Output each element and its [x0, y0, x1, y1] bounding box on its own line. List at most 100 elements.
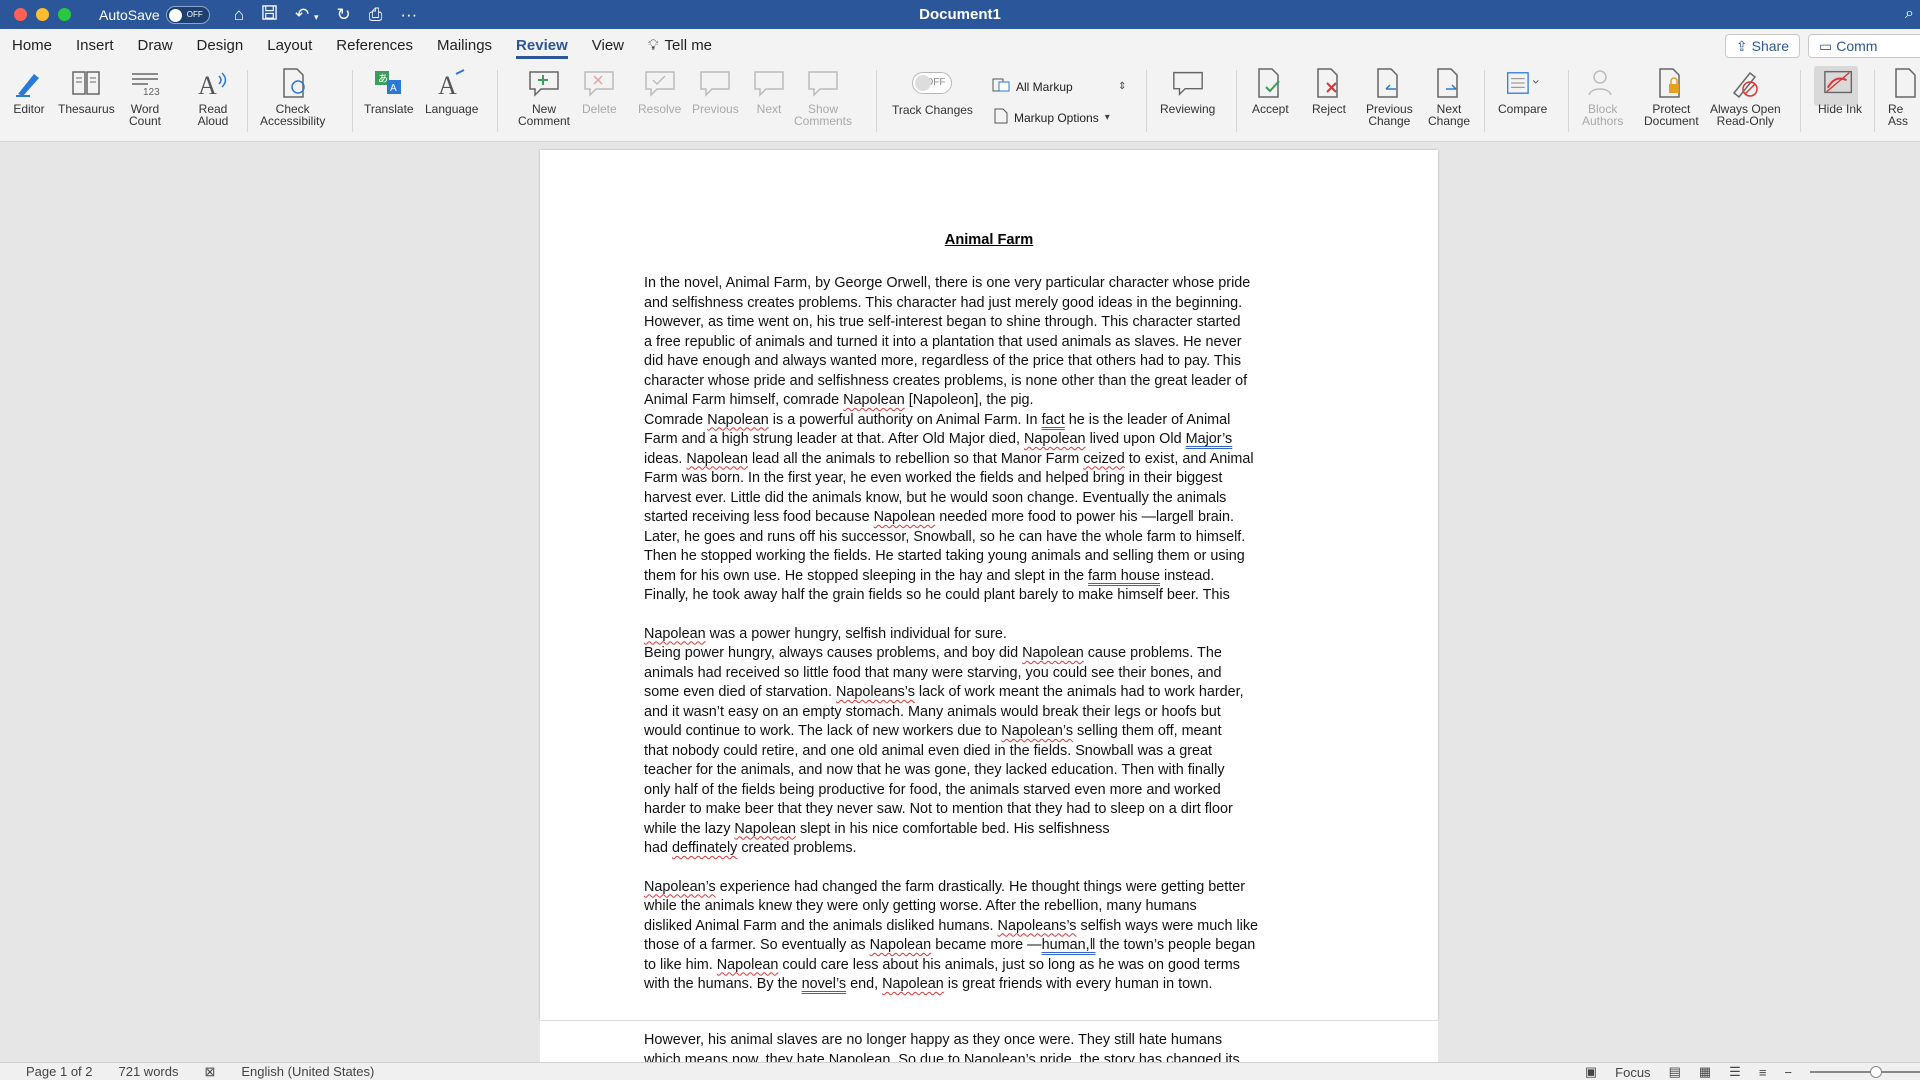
- tab-design[interactable]: Design: [185, 29, 256, 62]
- focus-icon[interactable]: ▣: [1585, 1064, 1597, 1080]
- document-page[interactable]: Animal Farm In the novel, Animal Farm, b…: [540, 150, 1438, 1020]
- spelling-error[interactable]: Napoleans’s: [836, 684, 915, 700]
- always-open-read-only-button[interactable]: Always Open Read-Only: [1710, 66, 1781, 127]
- spelling-error[interactable]: ceized: [1083, 451, 1125, 467]
- resume-assistant-button[interactable]: Re Ass: [1888, 66, 1920, 127]
- tab-mailings[interactable]: Mailings: [425, 29, 504, 62]
- reviewing-button[interactable]: Reviewing: [1160, 66, 1215, 115]
- accept-button[interactable]: Accept: [1252, 66, 1289, 115]
- language-button[interactable]: A Language: [425, 66, 478, 115]
- delete-comment-button[interactable]: Delete: [582, 66, 617, 115]
- document-page-2[interactable]: However, his animal slaves are no longer…: [540, 1020, 1438, 1062]
- spelling-error[interactable]: deffinately: [672, 840, 737, 856]
- zoom-slider[interactable]: [1810, 1066, 1920, 1078]
- outline-icon[interactable]: ☰: [1729, 1064, 1741, 1080]
- print-layout-icon[interactable]: ▤: [1669, 1064, 1681, 1080]
- previous-change-button[interactable]: Previous Change: [1366, 66, 1413, 127]
- spelling-error[interactable]: Napolean: [1024, 431, 1086, 447]
- editor-button[interactable]: Editor: [12, 66, 46, 115]
- reject-icon: [1312, 66, 1346, 100]
- new-comment-button[interactable]: New Comment: [518, 66, 570, 127]
- page-count[interactable]: Page 1 of 2: [26, 1064, 93, 1079]
- read-aloud-button[interactable]: A Read Aloud: [196, 66, 230, 127]
- track-changes-button[interactable]: OFF Track Changes: [892, 72, 973, 116]
- zoom-window-button[interactable]: [58, 8, 71, 21]
- spelling-error[interactable]: Napolean: [882, 976, 944, 992]
- page-2-body[interactable]: However, his animal slaves are no longer…: [644, 1031, 1334, 1062]
- tab-draw[interactable]: Draw: [126, 29, 185, 62]
- language-status[interactable]: English (United States): [241, 1064, 374, 1079]
- word-count[interactable]: 721 words: [119, 1064, 179, 1079]
- all-markup-select[interactable]: All Markup ⇕: [992, 78, 1126, 95]
- text-run: needed more food to power his —large‖ br…: [935, 509, 1234, 525]
- hide-ink-icon: [1823, 66, 1857, 100]
- spelling-error[interactable]: Napolean: [874, 509, 936, 525]
- close-window-button[interactable]: [14, 8, 27, 21]
- previous-label: Previous: [692, 102, 739, 116]
- thesaurus-button[interactable]: Thesaurus: [58, 66, 115, 115]
- tab-references[interactable]: References: [324, 29, 425, 62]
- zoom-out-icon[interactable]: −: [1784, 1065, 1792, 1080]
- redo-icon[interactable]: ↻: [337, 5, 351, 25]
- ribbon-divider: [876, 70, 877, 132]
- text-line: However, as time went on, his true self-…: [644, 314, 1241, 330]
- spelling-error[interactable]: Napolean: [1022, 645, 1084, 661]
- spelling-error[interactable]: Napolean: [686, 451, 748, 467]
- resolve-button[interactable]: Resolve: [638, 66, 681, 115]
- grammar-suggestion[interactable]: novel’s: [802, 976, 847, 992]
- spelling-error[interactable]: Napolean: [707, 412, 769, 428]
- spelling-error[interactable]: Napolean: [717, 957, 779, 973]
- spelling-error[interactable]: Napolean’s: [644, 879, 716, 895]
- print-icon[interactable]: ⎙: [369, 5, 383, 25]
- spelling-error[interactable]: Napolean’s: [1001, 723, 1073, 739]
- grammar-suggestion[interactable]: Major’s: [1186, 431, 1233, 447]
- translate-icon: あA: [372, 66, 406, 100]
- hide-ink-button[interactable]: Hide Ink: [1818, 66, 1862, 115]
- spelling-error[interactable]: Napolean: [644, 626, 706, 642]
- reject-button[interactable]: Reject: [1312, 66, 1346, 115]
- tab-layout[interactable]: Layout: [255, 29, 324, 62]
- minimize-window-button[interactable]: [36, 8, 49, 21]
- previous-comment-button[interactable]: Previous: [692, 66, 739, 115]
- resolve-icon: [643, 66, 677, 100]
- proofing-icon[interactable]: ⊠: [204, 1064, 215, 1080]
- zoom-thumb[interactable]: [1870, 1066, 1882, 1078]
- protect-document-button[interactable]: Protect Document: [1644, 66, 1699, 127]
- compare-button[interactable]: Compare: [1498, 66, 1547, 115]
- markup-options-button[interactable]: Markup Options ▾: [994, 108, 1110, 127]
- spelling-error[interactable]: Napolean: [734, 821, 796, 837]
- share-button[interactable]: ⇪ Share: [1724, 34, 1800, 58]
- web-layout-icon[interactable]: ▦: [1699, 1064, 1711, 1080]
- tab-insert[interactable]: Insert: [64, 29, 126, 62]
- next-comment-button[interactable]: Next: [752, 66, 786, 115]
- home-icon[interactable]: ⌂: [234, 5, 244, 25]
- spelling-error[interactable]: Napoleans’s: [998, 918, 1077, 934]
- save-icon[interactable]: [262, 4, 277, 25]
- text-run: Comrade: [644, 411, 708, 428]
- track-changes-toggle[interactable]: OFF: [912, 72, 953, 94]
- grammar-suggestion[interactable]: human,‖: [1042, 937, 1096, 953]
- check-accessibility-button[interactable]: Check Accessibility: [260, 66, 325, 127]
- focus-label[interactable]: Focus: [1615, 1065, 1650, 1080]
- search-icon[interactable]: ⌕: [1905, 5, 1914, 23]
- show-comments-button[interactable]: Show Comments: [794, 66, 852, 127]
- translate-button[interactable]: あA Translate: [364, 66, 414, 115]
- comments-button[interactable]: ▭ Comm: [1808, 34, 1920, 58]
- autosave-toggle[interactable]: OFF: [165, 5, 210, 24]
- more-icon[interactable]: ···: [400, 5, 417, 25]
- spelling-error[interactable]: Napolean: [843, 392, 905, 408]
- spelling-error[interactable]: Napolean: [870, 937, 932, 953]
- document-canvas[interactable]: Animal Farm In the novel, Animal Farm, b…: [0, 142, 1920, 1062]
- block-authors-button[interactable]: Block Authors: [1582, 66, 1623, 127]
- grammar-suggestion[interactable]: fact: [1042, 412, 1065, 428]
- word-count-button[interactable]: 123 Word Count: [128, 66, 162, 127]
- tell-me[interactable]: 💡︎ Tell me: [636, 29, 724, 62]
- tab-review[interactable]: Review: [504, 29, 580, 62]
- tab-view[interactable]: View: [580, 29, 636, 62]
- draft-icon[interactable]: ≡: [1759, 1065, 1767, 1080]
- tab-home[interactable]: Home: [0, 29, 64, 62]
- next-change-button[interactable]: Next Change: [1428, 66, 1470, 127]
- undo-icon[interactable]: ↶ ▾: [295, 5, 319, 25]
- grammar-suggestion[interactable]: farm house: [1088, 568, 1160, 584]
- document-body[interactable]: In the novel, Animal Farm, by George Orw…: [644, 274, 1334, 995]
